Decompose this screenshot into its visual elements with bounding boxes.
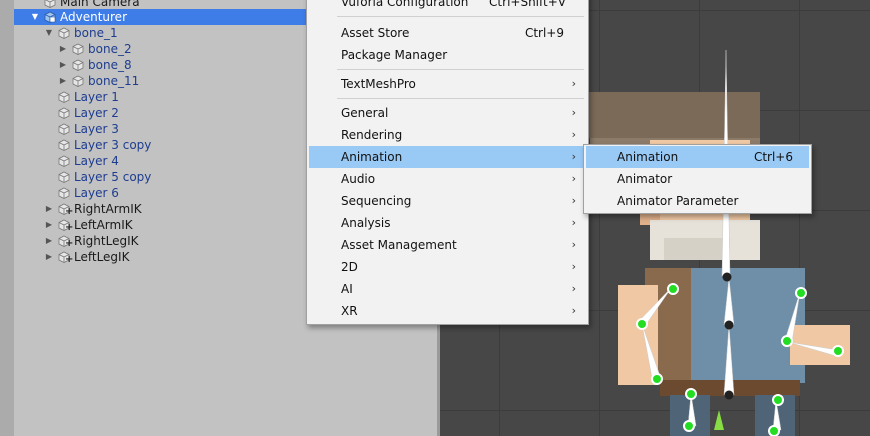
menu-item-asset-management[interactable]: Asset Management › bbox=[309, 234, 586, 256]
menu-item-rendering[interactable]: Rendering › bbox=[309, 124, 586, 146]
expand-right-icon[interactable]: ▶ bbox=[44, 217, 54, 233]
menu-item-label: Audio bbox=[341, 172, 376, 186]
gameobject-cube-icon bbox=[72, 75, 84, 87]
menu-item-animation[interactable]: Animation › bbox=[309, 146, 586, 168]
hierarchy-item-label: bone_2 bbox=[88, 42, 132, 56]
menu-item-label: General bbox=[341, 106, 389, 120]
expand-right-icon[interactable]: ▶ bbox=[44, 201, 54, 217]
submenu-arrow-icon: › bbox=[571, 216, 576, 229]
expand-right-icon[interactable]: ▶ bbox=[58, 57, 68, 73]
hierarchy-item-label: Layer 5 copy bbox=[74, 170, 152, 184]
expand-down-icon[interactable]: ▼ bbox=[30, 9, 40, 25]
added-object-plus-icon: + bbox=[65, 238, 74, 249]
menu-item-label: Animation bbox=[341, 150, 403, 164]
menu-item-label: Package Manager bbox=[341, 48, 448, 62]
menu-separator bbox=[337, 69, 584, 70]
menu-item-sequencing[interactable]: Sequencing › bbox=[309, 190, 586, 212]
menu-item-label: XR bbox=[341, 304, 358, 318]
menu-item-asset-store[interactable]: Asset Store Ctrl+9 bbox=[309, 22, 586, 44]
window-menu: Vuforia Configuration Ctrl+Shift+V Asset… bbox=[306, 0, 589, 325]
menu-item-ai[interactable]: AI › bbox=[309, 278, 586, 300]
hierarchy-gutter bbox=[0, 0, 14, 436]
submenu-arrow-icon: › bbox=[571, 128, 576, 141]
menu-item-label: 2D bbox=[341, 260, 358, 274]
submenu-arrow-icon: › bbox=[571, 282, 576, 295]
hierarchy-item-label: LeftLegIK bbox=[74, 250, 130, 264]
hierarchy-item-label: bone_11 bbox=[88, 74, 140, 88]
submenu-arrow-icon: › bbox=[571, 304, 576, 317]
menu-item-label: Sequencing bbox=[341, 194, 412, 208]
menu-item-vuforia-configuration[interactable]: Vuforia Configuration Ctrl+Shift+V bbox=[309, 0, 586, 13]
hierarchy-item-label: Layer 3 bbox=[74, 122, 119, 136]
expand-right-icon[interactable]: ▶ bbox=[44, 249, 54, 265]
gameobject-cube-icon bbox=[58, 123, 70, 135]
menu-item-analysis[interactable]: Analysis › bbox=[309, 212, 586, 234]
submenu-item-animation[interactable]: Animation Ctrl+6 bbox=[586, 146, 809, 168]
menu-item-label: Asset Store bbox=[341, 26, 410, 40]
menu-item-general[interactable]: General › bbox=[309, 102, 586, 124]
hierarchy-item-label: Adventurer bbox=[60, 10, 128, 24]
gameobject-cube-icon bbox=[58, 155, 70, 167]
menu-item-label: TextMeshPro bbox=[341, 77, 416, 91]
submenu-arrow-icon: › bbox=[571, 260, 576, 273]
submenu-arrow-icon: › bbox=[571, 150, 576, 163]
gameobject-cube-icon bbox=[72, 43, 84, 55]
menu-item-label: Animation bbox=[617, 150, 679, 164]
added-object-plus-icon: + bbox=[65, 222, 74, 233]
submenu-item-animator-parameter[interactable]: Animator Parameter bbox=[586, 190, 809, 212]
menu-item-shortcut: Ctrl+Shift+V bbox=[489, 0, 566, 9]
submenu-arrow-icon: › bbox=[571, 106, 576, 119]
gameobject-cube-icon bbox=[58, 107, 70, 119]
menu-item-audio[interactable]: Audio › bbox=[309, 168, 586, 190]
hierarchy-item-label: bone_1 bbox=[74, 26, 118, 40]
hierarchy-item-label: Layer 2 bbox=[74, 106, 119, 120]
hierarchy-item-label: LeftArmIK bbox=[74, 218, 133, 232]
gameobject-cube-icon bbox=[72, 59, 84, 71]
expand-right-icon[interactable]: ▶ bbox=[58, 41, 68, 57]
hierarchy-item-label: Layer 1 bbox=[74, 90, 119, 104]
submenu-arrow-icon: › bbox=[571, 238, 576, 251]
gameobject-cube-icon bbox=[58, 91, 70, 103]
menu-item-label: Vuforia Configuration bbox=[341, 0, 469, 9]
hierarchy-item-label: bone_8 bbox=[88, 58, 132, 72]
submenu-arrow-icon: › bbox=[571, 77, 576, 90]
menu-item-textmeshpro[interactable]: TextMeshPro › bbox=[309, 73, 586, 95]
expand-down-icon[interactable]: ▼ bbox=[44, 25, 54, 41]
gameobject-cube-icon bbox=[58, 187, 70, 199]
menu-item-2d[interactable]: 2D › bbox=[309, 256, 586, 278]
gameobject-cube-icon bbox=[58, 171, 70, 183]
menu-item-label: Animator Parameter bbox=[617, 194, 739, 208]
expand-right-icon[interactable]: ▶ bbox=[44, 233, 54, 249]
hierarchy-item-label: Layer 6 bbox=[74, 186, 119, 200]
hierarchy-item-label: RightLegIK bbox=[74, 234, 139, 248]
menu-item-xr[interactable]: XR › bbox=[309, 300, 586, 322]
menu-item-label: Asset Management bbox=[341, 238, 457, 252]
menu-item-label: Animator bbox=[617, 172, 673, 186]
menu-item-package-manager[interactable]: Package Manager bbox=[309, 44, 586, 66]
expand-right-icon[interactable]: ▶ bbox=[58, 73, 68, 89]
menu-item-label: Rendering bbox=[341, 128, 403, 142]
gameobject-cube-icon bbox=[58, 139, 70, 151]
hierarchy-item-label: RightArmIK bbox=[74, 202, 142, 216]
gameobject-cube-icon bbox=[44, 0, 56, 8]
submenu-arrow-icon: › bbox=[571, 172, 576, 185]
added-object-plus-icon: + bbox=[65, 206, 74, 217]
submenu-arrow-icon: › bbox=[571, 194, 576, 207]
hierarchy-item-label: Layer 3 copy bbox=[74, 138, 152, 152]
menu-separator bbox=[337, 98, 584, 99]
prefab-cube-icon bbox=[44, 11, 56, 23]
submenu-item-animator[interactable]: Animator bbox=[586, 168, 809, 190]
added-object-plus-icon: + bbox=[65, 254, 74, 265]
animation-submenu: Animation Ctrl+6 Animator Animator Param… bbox=[583, 144, 812, 214]
menu-item-shortcut: Ctrl+6 bbox=[753, 150, 793, 164]
gameobject-cube-icon bbox=[58, 27, 70, 39]
menu-item-label: Analysis bbox=[341, 216, 391, 230]
hierarchy-item-label: Layer 4 bbox=[74, 154, 119, 168]
menu-item-shortcut: Ctrl+9 bbox=[524, 26, 564, 40]
menu-item-label: AI bbox=[341, 282, 353, 296]
menu-separator bbox=[337, 16, 584, 17]
